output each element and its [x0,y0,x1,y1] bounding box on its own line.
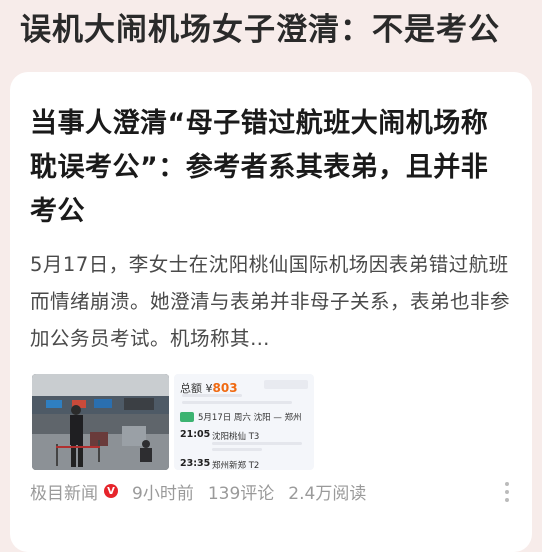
thumbnail-ticket-screenshot[interactable]: 总额 ¥803 5月17日 周六 沈阳 — 郑州 21:05 沈阳桃仙 T3 2… [174,374,314,470]
ticket-info-line [212,448,262,451]
ticket-arrival-time: 23:35 [180,458,211,469]
more-options-icon[interactable] [504,482,510,506]
article-summary[interactable]: 5月17日，李女士在沈阳桃仙国际机场因表弟错过航班而情绪崩溃。她澄清与表弟并非母… [30,246,514,360]
read-count: 2.4万阅读 [288,483,367,504]
top-banner-title: 误机大闹机场女子澄清：不是考公 [20,12,500,48]
ticket-info-line [182,394,242,397]
ticket-date: 5月17日 周六 沈阳 — 郑州 [198,413,302,423]
article-headline[interactable]: 当事人澄清“母子错过航班大闹机场称耽误考公”：参考者系其表弟，且并非考公 [30,102,514,234]
article-meta: 极目新闻 V 9小时前 139评论 2.4万阅读 [30,477,510,505]
ticket-departure-place: 沈阳桃仙 T3 [212,432,260,442]
ticket-arrival-place: 郑州新郑 T2 [212,461,260,470]
comment-count[interactable]: 139评论 [208,479,274,504]
thumbnail-airport-photo[interactable] [32,374,169,470]
ticket-departure-time: 21:05 [180,429,211,440]
news-card[interactable]: 当事人澄清“母子错过航班大闹机场称耽误考公”：参考者系其表弟，且并非考公 5月1… [10,72,532,552]
ticket-info-line [212,442,302,445]
ticket-info-line [182,401,292,404]
ticket-tag [264,380,308,389]
verified-badge-icon: V [104,484,118,498]
airport-photo-image [32,374,169,470]
publish-time: 9小时前 [132,483,194,504]
source-name[interactable]: 极目新闻 [30,479,98,504]
ticket-status-badge [180,412,194,422]
